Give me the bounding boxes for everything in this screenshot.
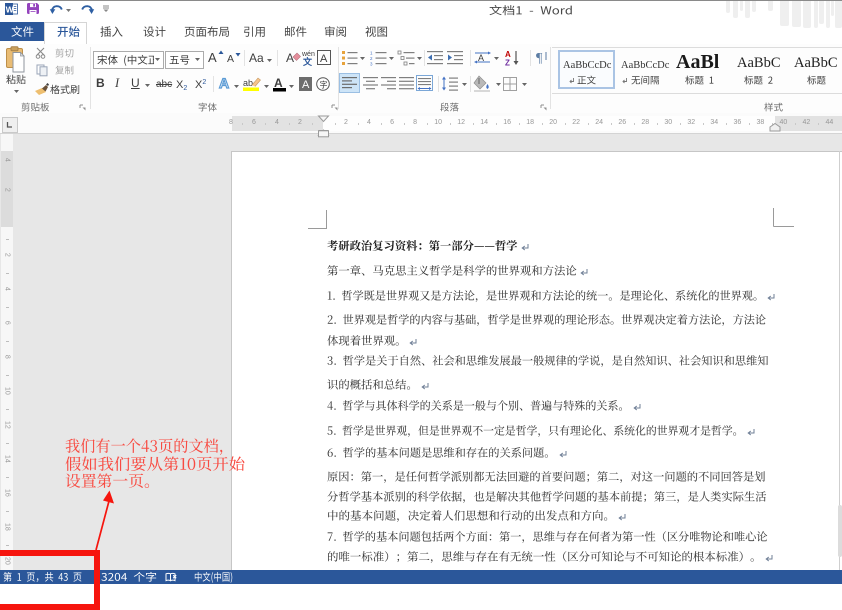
- svg-text:字: 字: [320, 80, 328, 90]
- svg-text:¶: ¶: [536, 51, 543, 66]
- svg-text:1: 1: [370, 51, 373, 56]
- svg-text:2: 2: [370, 56, 373, 61]
- svg-text:W: W: [6, 5, 15, 15]
- svg-text:A: A: [274, 76, 283, 90]
- svg-text:A: A: [320, 53, 328, 65]
- svg-text:文: 文: [302, 56, 313, 67]
- svg-text:A: A: [286, 51, 294, 65]
- svg-text:A: A: [302, 79, 310, 91]
- svg-text:ab: ab: [243, 78, 253, 88]
- svg-text:A: A: [478, 53, 484, 63]
- svg-text:Z: Z: [505, 59, 510, 68]
